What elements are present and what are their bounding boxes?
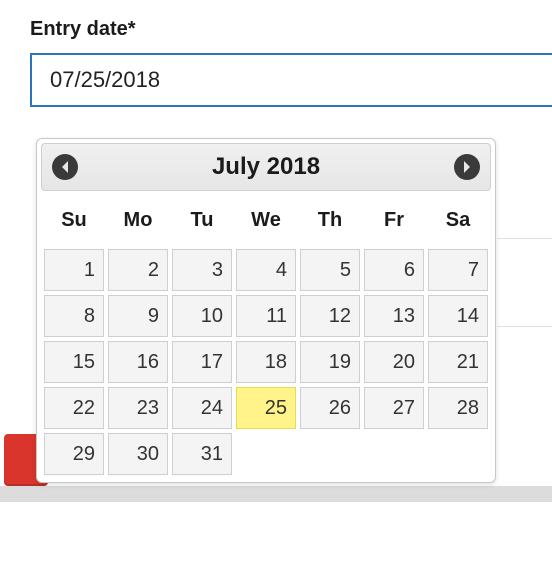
day-cell[interactable]: 29: [44, 433, 104, 475]
weekday-header: Tu: [171, 199, 233, 246]
day-cell[interactable]: 7: [428, 249, 488, 291]
weekday-header: Su: [43, 199, 105, 246]
day-cell[interactable]: 1: [44, 249, 104, 291]
day-cell[interactable]: 17: [172, 341, 232, 383]
day-cell[interactable]: 13: [364, 295, 424, 337]
weekday-header: Th: [299, 199, 361, 246]
day-cell[interactable]: 26: [300, 387, 360, 429]
chevron-left-icon: [60, 161, 70, 173]
day-cell[interactable]: 5: [300, 249, 360, 291]
day-cell[interactable]: 8: [44, 295, 104, 337]
day-cell[interactable]: 9: [108, 295, 168, 337]
entry-date-label: Entry date*: [30, 18, 552, 41]
empty-cell: [300, 433, 360, 475]
day-cell[interactable]: 10: [172, 295, 232, 337]
day-cell[interactable]: 12: [300, 295, 360, 337]
day-cell[interactable]: 27: [364, 387, 424, 429]
datepicker-title: July 2018: [212, 153, 320, 181]
divider: [497, 326, 552, 327]
day-cell[interactable]: 31: [172, 433, 232, 475]
day-cell[interactable]: 18: [236, 341, 296, 383]
footer-band: [0, 486, 552, 502]
prev-month-button[interactable]: [52, 154, 78, 180]
weekday-header: Fr: [363, 199, 425, 246]
day-cell[interactable]: 21: [428, 341, 488, 383]
empty-cell: [428, 433, 488, 475]
next-month-button[interactable]: [454, 154, 480, 180]
weekday-header: Sa: [427, 199, 489, 246]
day-cell[interactable]: 6: [364, 249, 424, 291]
day-cell[interactable]: 11: [236, 295, 296, 337]
day-cell[interactable]: 14: [428, 295, 488, 337]
day-cell[interactable]: 20: [364, 341, 424, 383]
day-cell[interactable]: 4: [236, 249, 296, 291]
day-cell[interactable]: 30: [108, 433, 168, 475]
day-cell[interactable]: 22: [44, 387, 104, 429]
day-cell[interactable]: 15: [44, 341, 104, 383]
calendar-grid: SuMoTuWeThFrSa 1234567891011121314151617…: [41, 197, 491, 478]
day-cell[interactable]: 25: [236, 387, 296, 429]
day-cell[interactable]: 2: [108, 249, 168, 291]
empty-cell: [364, 433, 424, 475]
day-cell[interactable]: 3: [172, 249, 232, 291]
datepicker-header: July 2018: [41, 143, 491, 191]
day-cell[interactable]: 24: [172, 387, 232, 429]
empty-cell: [236, 433, 296, 475]
day-cell[interactable]: 23: [108, 387, 168, 429]
weekday-header: Mo: [107, 199, 169, 246]
entry-date-input[interactable]: [30, 53, 552, 107]
day-cell[interactable]: 16: [108, 341, 168, 383]
divider: [497, 238, 552, 239]
day-cell[interactable]: 19: [300, 341, 360, 383]
day-cell[interactable]: 28: [428, 387, 488, 429]
weekday-header: We: [235, 199, 297, 246]
chevron-right-icon: [462, 161, 472, 173]
datepicker: July 2018 SuMoTuWeThFrSa 123456789101112…: [36, 138, 496, 483]
